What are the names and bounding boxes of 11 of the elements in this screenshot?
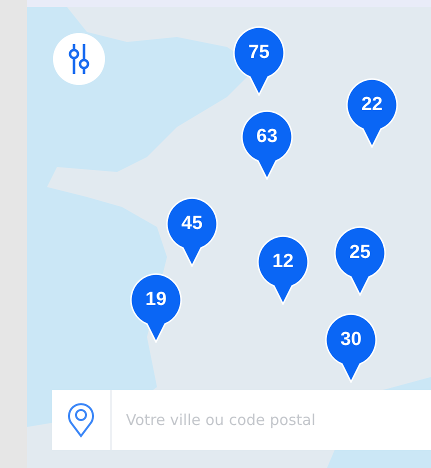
cluster-pin[interactable]: 19 [129,273,183,343]
cluster-pin[interactable]: 45 [165,197,219,267]
cluster-pin[interactable]: 75 [232,26,286,96]
search-bar[interactable]: Votre ville ou code postal [52,390,431,450]
search-field[interactable]: Votre ville ou code postal [112,392,431,448]
cluster-pin[interactable]: 63 [240,110,294,180]
cluster-pin[interactable]: 22 [345,78,399,148]
cluster-pin[interactable]: 12 [256,235,310,305]
location-pin-icon [68,402,94,438]
cluster-pin[interactable]: 30 [324,313,378,383]
cluster-pin[interactable]: 25 [333,226,387,296]
